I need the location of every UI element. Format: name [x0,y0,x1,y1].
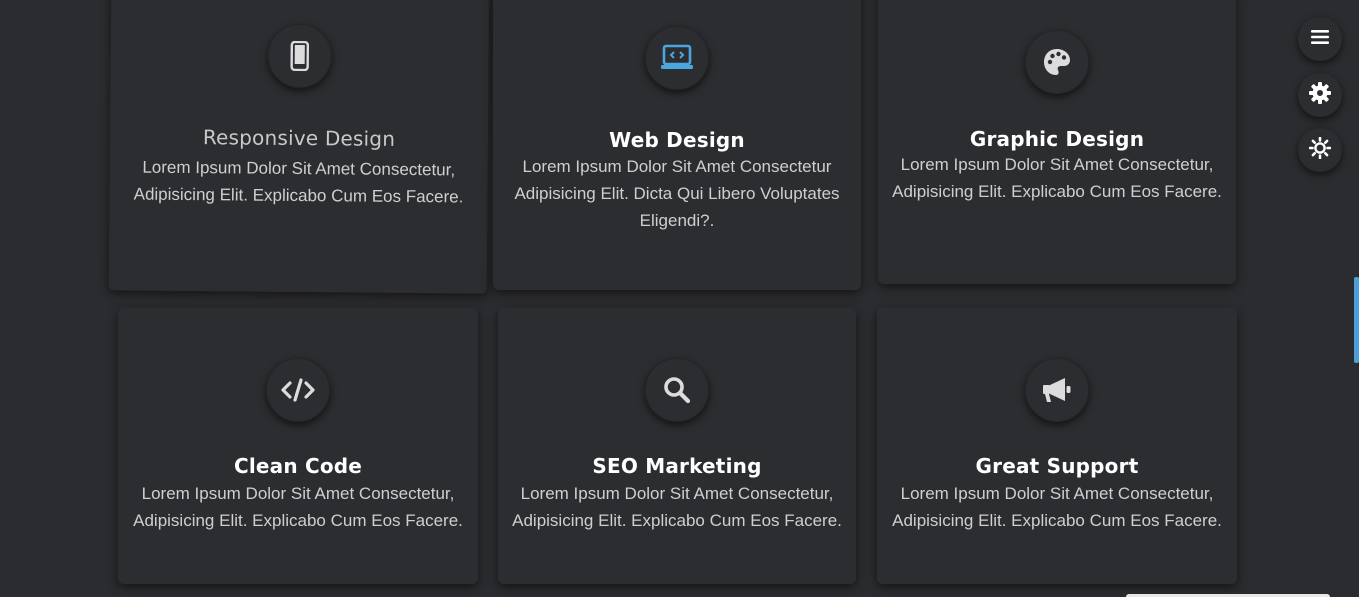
service-card-responsive-design[interactable]: Responsive Design Lorem Ipsum Dolor Sit … [108,0,490,294]
icon-circle [1025,358,1089,422]
card-title: Clean Code [233,454,363,478]
sun-icon [1308,136,1332,164]
card-description: Lorem Ipsum Dolor Sit Amet Consectetur, … [133,484,463,530]
code-icon [281,378,315,402]
card-description: Lorem Ipsum Dolor Sit Amet Consectetur, … [892,484,1222,530]
card-title: Web Design [609,128,745,152]
icon-circle [266,358,330,422]
search-icon [663,376,691,404]
mobile-icon [290,40,310,72]
gear-icon [1309,81,1331,109]
service-card-graphic-design[interactable]: Graphic Design Lorem Ipsum Dolor Sit Ame… [878,0,1236,284]
card-description: Lorem Ipsum Dolor Sit Amet Consectetur, … [133,157,464,207]
card-description: Lorem Ipsum Dolor Sit Amet Consectetur, … [512,484,842,530]
icon-circle [1025,30,1089,94]
settings-button[interactable] [1298,73,1342,117]
menu-button[interactable] [1298,17,1342,61]
service-card-seo-marketing[interactable]: SEO Marketing Lorem Ipsum Dolor Sit Amet… [498,308,856,584]
bullhorn-icon [1041,376,1073,404]
card-title: SEO Marketing [592,454,762,478]
scrollbar-thumb[interactable] [1354,277,1359,363]
service-card-great-support[interactable]: Great Support Lorem Ipsum Dolor Sit Amet… [877,308,1237,584]
icon-circle [645,358,709,422]
menu-icon [1311,29,1329,50]
card-title: Responsive Design [202,125,396,151]
icon-circle [267,23,333,89]
icon-circle [645,26,709,90]
palette-icon [1043,48,1071,76]
laptop-code-icon [660,44,694,72]
card-description: Lorem Ipsum Dolor Sit Amet Consectetur A… [514,157,840,230]
theme-toggle-button[interactable] [1298,128,1342,172]
card-title: Great Support [975,454,1139,478]
service-card-clean-code[interactable]: Clean Code Lorem Ipsum Dolor Sit Amet Co… [118,308,478,584]
service-card-web-design[interactable]: Web Design Lorem Ipsum Dolor Sit Amet Co… [493,0,861,290]
card-title: Graphic Design [969,127,1145,151]
services-page: Responsive Design Lorem Ipsum Dolor Sit … [0,0,1359,597]
card-description: Lorem Ipsum Dolor Sit Amet Consectetur, … [892,155,1222,201]
